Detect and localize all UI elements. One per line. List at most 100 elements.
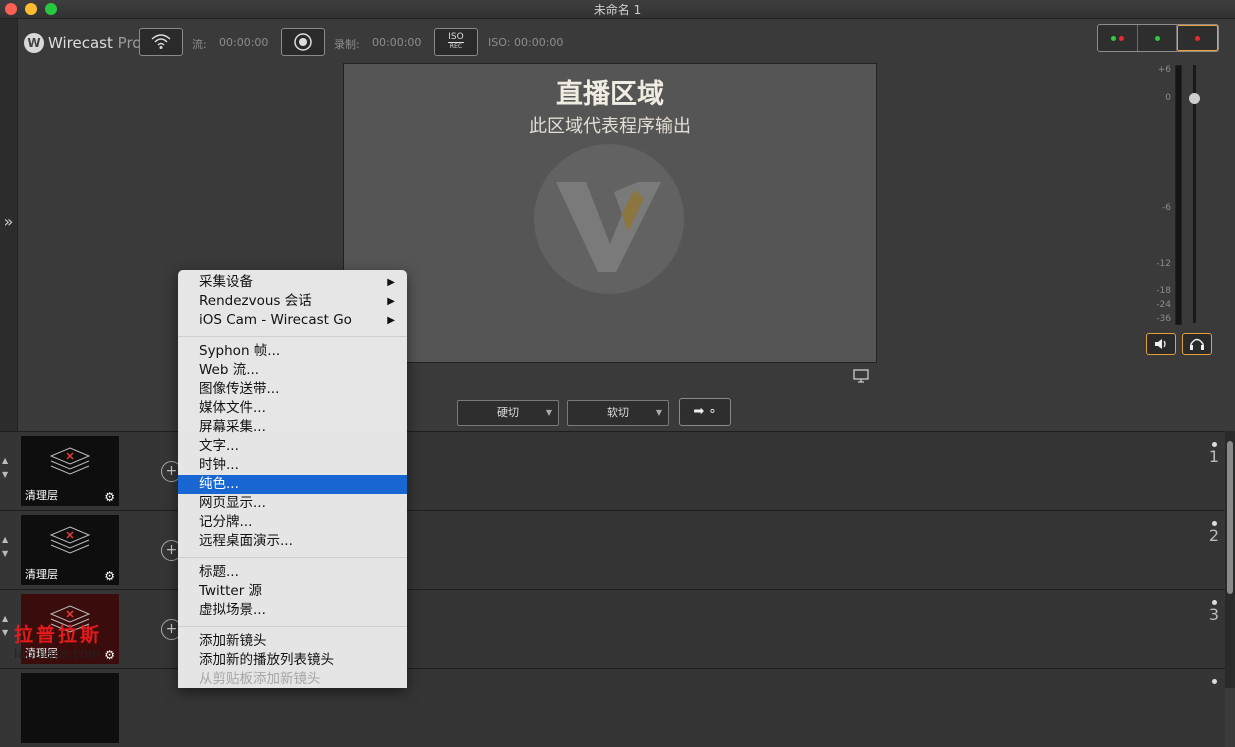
layer-thumbnail[interactable] [21, 673, 119, 743]
speaker-icon [1155, 339, 1166, 349]
layer-reorder-arrows[interactable]: ▲ ▼ [2, 612, 8, 640]
chevron-down-icon: ▼ [545, 408, 552, 417]
menu-item-add-shot[interactable]: 添加新镜头 [178, 632, 407, 651]
layer-name: 清理层 [25, 568, 58, 581]
menu-item-text[interactable]: 文字... [178, 437, 407, 456]
menu-item-add-from-clipboard: 从剪贴板添加新镜头 [199, 671, 321, 687]
smooth-transition-label: 软切 [607, 406, 629, 419]
layer-number: 2 [1203, 521, 1225, 544]
menu-item-titles[interactable]: 标题... [178, 563, 407, 582]
wifi-broadcast-icon [151, 34, 171, 49]
layer-thumbnail[interactable]: 清理层 ⚙ [21, 515, 119, 585]
gear-icon[interactable]: ⚙ [104, 648, 115, 662]
menu-separator [178, 626, 407, 627]
stream-label: 流: [192, 38, 207, 51]
scrollbar-thumb[interactable] [1227, 441, 1233, 594]
logo-suffix: Pro [117, 34, 142, 52]
record-time: 00:00:00 [372, 36, 422, 49]
watermark-cn: 拉普拉斯 [14, 624, 103, 646]
logo-name: Wirecast [48, 34, 113, 52]
menu-item-virtual-set[interactable]: 虚拟场景... [178, 601, 407, 620]
gear-icon[interactable]: ⚙ [104, 490, 115, 504]
menu-item-rendezvous[interactable]: Rendezvous 会话 ▶ [178, 292, 407, 311]
layout-preview-button[interactable] [1138, 25, 1178, 51]
expand-sidebar-icon[interactable]: » [0, 212, 17, 231]
headphones-button[interactable] [1182, 333, 1212, 355]
preview-subtitle: 此区域代表程序输出 [529, 116, 691, 137]
menu-separator [178, 557, 407, 558]
meter-label: 0 [1165, 93, 1171, 103]
window-title: 未命名 1 [593, 3, 642, 17]
menu-item-image-carousel[interactable]: 图像传送带... [178, 380, 407, 399]
menu-item-capture-devices[interactable]: 采集设备 ▶ [178, 273, 407, 292]
meter-label: -24 [1156, 300, 1171, 310]
layer-reorder-arrows[interactable]: ▲ ▼ [2, 454, 8, 482]
site-watermark: 拉普拉斯 lapulace.com [14, 620, 102, 662]
gear-icon[interactable]: ⚙ [104, 569, 115, 583]
layers-stack-icon [49, 526, 91, 554]
submenu-arrow-icon: ▶ [387, 296, 395, 307]
iso-button-label: ISO [448, 32, 464, 43]
stream-time: 00:00:00 [219, 36, 269, 49]
monitor-icon[interactable] [853, 369, 869, 387]
chevron-down-icon: ▼ [655, 408, 662, 417]
add-source-menu: 采集设备 ▶ Rendezvous 会话 ▶ iOS Cam - Wirecast … [178, 270, 407, 688]
audio-meter: +6 0 -6 -12 -18 -24 -36 [1146, 63, 1221, 333]
layout-live-button[interactable] [1177, 25, 1219, 51]
left-sidebar: » [0, 19, 18, 431]
volume-slider-knob[interactable] [1189, 93, 1200, 104]
level-bar [1175, 65, 1182, 325]
record-label: 录制: [334, 38, 360, 51]
meter-label: -6 [1162, 203, 1171, 213]
layer-name: 清理层 [25, 489, 58, 502]
iso-record-button[interactable]: ISO REC [434, 28, 478, 56]
menu-item-add-playlist-shot[interactable]: 添加新的播放列表镜头 [178, 651, 407, 670]
menu-item-web-stream[interactable]: Web 流... [178, 361, 407, 380]
submenu-arrow-icon: ▶ [387, 315, 395, 326]
stream-button[interactable] [139, 28, 183, 56]
menu-item-scoreboard[interactable]: 记分牌... [178, 513, 407, 532]
menu-separator [178, 336, 407, 337]
layer-thumbnail[interactable]: 清理层 ⚙ [21, 436, 119, 506]
layout-mode-buttons [1097, 24, 1219, 52]
menu-item-media-file[interactable]: 媒体文件... [178, 399, 407, 418]
menu-item-screen-capture[interactable]: 屏幕采集... [178, 418, 407, 437]
submenu-arrow-icon: ▶ [387, 277, 395, 288]
cut-transition-label: 硬切 [497, 406, 519, 419]
record-icon [294, 33, 312, 51]
title-bar: 未命名 1 [0, 0, 1235, 19]
menu-item-solid-color[interactable]: 纯色... [178, 475, 407, 494]
layer-number: 3 [1203, 600, 1225, 623]
go-button[interactable]: ➡ ∘ [679, 398, 731, 426]
main-toolbar: W Wirecast Pro 流: 00:00:00 录制: 00:00:00 … [18, 19, 1235, 63]
menu-item-twitter[interactable]: Twitter 源 [178, 582, 407, 601]
app-logo: W Wirecast Pro [24, 33, 141, 53]
wirecast-logo-icon: W [24, 33, 44, 53]
layer-number [1203, 679, 1225, 688]
wirecast-watermark-icon [534, 144, 684, 294]
meter-label: -36 [1156, 314, 1171, 324]
layer-reorder-arrows[interactable]: ▲ ▼ [2, 533, 8, 561]
iso-time: 00:00:00 [514, 36, 564, 49]
menu-item-clock[interactable]: 时钟... [178, 456, 407, 475]
iso-label: ISO: [488, 36, 511, 49]
record-button[interactable] [281, 28, 325, 56]
smooth-transition-select[interactable]: 软切 ▼ [567, 400, 669, 426]
menu-item-web-display[interactable]: 网页显示... [178, 494, 407, 513]
watermark-en: lapulace.com [14, 647, 101, 662]
meter-label: -12 [1156, 259, 1171, 269]
menu-item-ios-cam[interactable]: iOS Cam - Wirecast Go ▶ [178, 311, 407, 330]
meter-label: +6 [1157, 65, 1171, 75]
menu-item-remote-desktop[interactable]: 远程桌面演示... [178, 532, 407, 551]
live-output-preview: 直播区域 此区域代表程序输出 [343, 63, 877, 363]
layer-number: 1 [1203, 442, 1225, 465]
meter-label: -18 [1156, 286, 1171, 296]
layout-dual-button[interactable] [1098, 25, 1138, 51]
menu-item-syphon[interactable]: Syphon 帧... [178, 342, 407, 361]
cut-transition-select[interactable]: 硬切 ▼ [457, 400, 559, 426]
layers-stack-icon [49, 447, 91, 475]
speaker-button[interactable] [1146, 333, 1176, 355]
layers-scrollbar[interactable] [1225, 431, 1235, 688]
preview-title: 直播区域 [556, 79, 664, 110]
iso-button-sub: REC [449, 43, 463, 50]
